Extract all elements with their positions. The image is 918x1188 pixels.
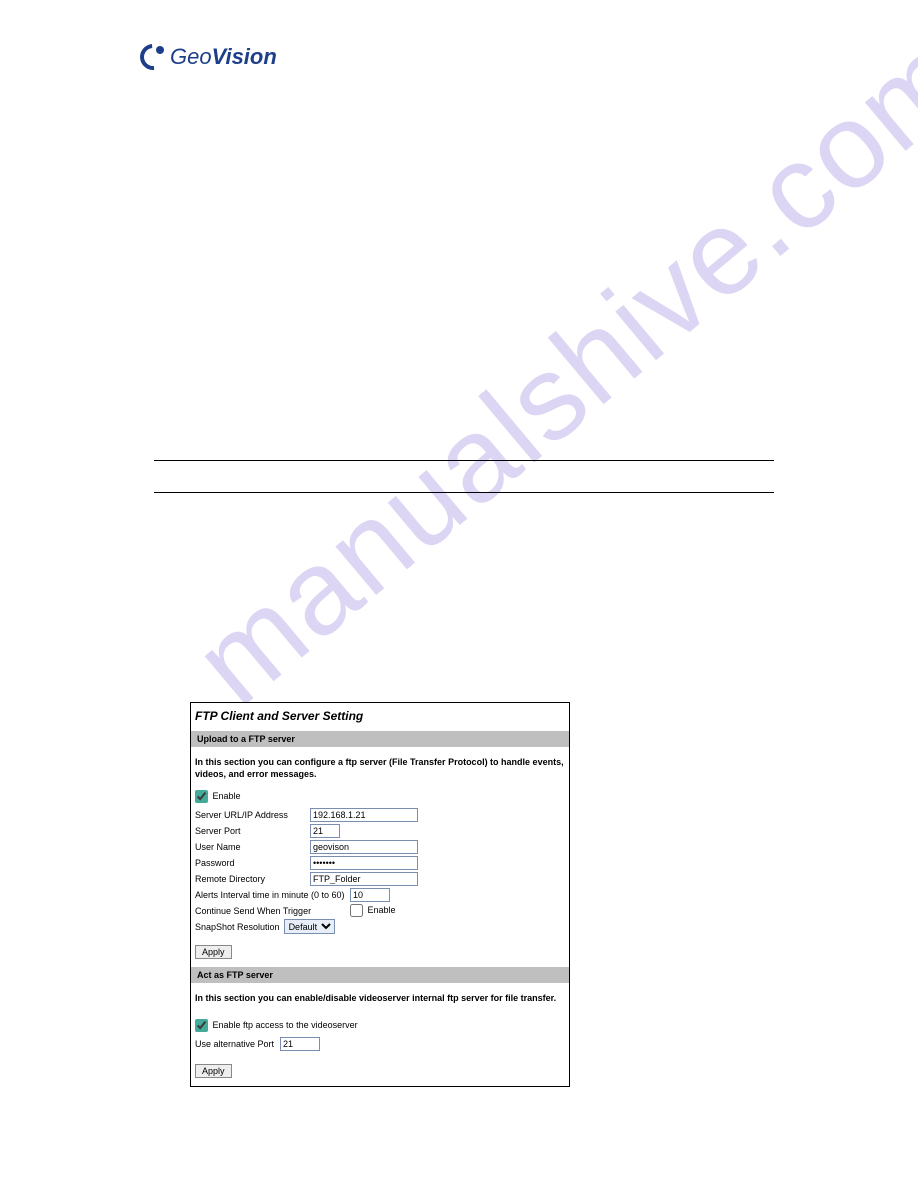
section-upload-desc: In this section you can configure a ftp … — [191, 747, 569, 788]
snapshot-res-select[interactable]: Default — [284, 919, 335, 934]
enable-upload-label: Enable — [213, 791, 241, 801]
user-name-input[interactable] — [310, 840, 418, 854]
enable-ftp-access-checkbox[interactable] — [195, 1019, 208, 1032]
alerts-interval-input[interactable] — [350, 888, 390, 902]
divider-top — [154, 460, 774, 461]
remote-dir-input[interactable] — [310, 872, 418, 886]
remote-dir-label: Remote Directory — [195, 874, 310, 884]
password-label: Password — [195, 858, 310, 868]
section-ftpserver-header: Act as FTP server — [191, 967, 569, 983]
continue-send-checkbox[interactable] — [350, 904, 363, 917]
server-url-label: Server URL/IP Address — [195, 810, 310, 820]
divider-bottom — [154, 492, 774, 493]
alt-port-label: Use alternative Port — [195, 1039, 280, 1049]
server-port-label: Server Port — [195, 826, 310, 836]
apply-ftpserver-button[interactable]: Apply — [195, 1064, 232, 1078]
user-name-label: User Name — [195, 842, 310, 852]
section-ftpserver-desc: In this section you can enable/disable v… — [191, 983, 569, 1013]
server-url-input[interactable] — [310, 808, 418, 822]
continue-send-enable-label: Enable — [368, 905, 396, 915]
enable-ftp-access-label: Enable ftp access to the videoserver — [213, 1020, 358, 1030]
continue-send-label: Continue Send When Trigger — [195, 906, 350, 916]
watermark: manualshive.com — [168, 6, 918, 731]
logo: GeoVision — [140, 44, 277, 70]
section-upload-header: Upload to a FTP server — [191, 731, 569, 747]
alt-port-input[interactable] — [280, 1037, 320, 1051]
server-port-input[interactable] — [310, 824, 340, 838]
password-input[interactable] — [310, 856, 418, 870]
ftp-settings-panel: FTP Client and Server Setting Upload to … — [190, 702, 570, 1087]
logo-text: GeoVision — [170, 44, 277, 70]
apply-upload-button[interactable]: Apply — [195, 945, 232, 959]
enable-upload-checkbox[interactable] — [195, 790, 208, 803]
logo-icon — [140, 44, 166, 70]
panel-title: FTP Client and Server Setting — [191, 703, 569, 731]
alerts-interval-label: Alerts Interval time in minute (0 to 60) — [195, 890, 350, 900]
snapshot-res-label: SnapShot Resolution — [195, 922, 280, 932]
enable-upload-row: Enable — [191, 788, 569, 807]
